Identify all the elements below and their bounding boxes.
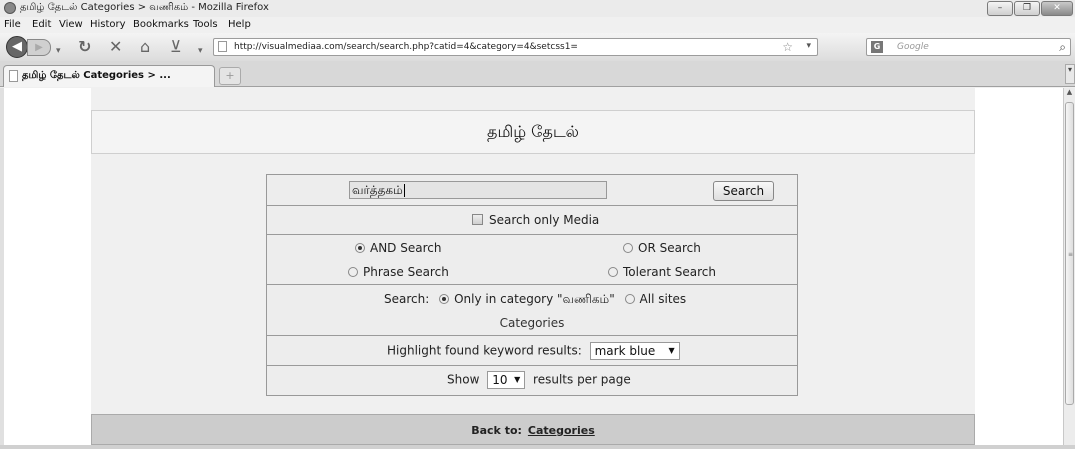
tab-active[interactable]: தமிழ் தேடல் Categories > ... bbox=[3, 65, 215, 87]
chevron-down-icon: ▼ bbox=[514, 375, 521, 384]
per-page-suffix: results per page bbox=[533, 372, 631, 387]
phrase-search-label: Phrase Search bbox=[363, 265, 449, 279]
web-search-box[interactable]: G Google ⌕ bbox=[866, 38, 1071, 56]
scope-category-radio[interactable] bbox=[439, 294, 450, 304]
stop-icon[interactable]: ✕ bbox=[109, 38, 122, 56]
url-text: http://visualmediaa.com/search/search.ph… bbox=[234, 42, 578, 52]
search-placeholder: Google bbox=[897, 42, 929, 52]
scope-group: Search: Only in category "வணிகம்" All si… bbox=[384, 292, 686, 308]
highlight-select-value: mark blue bbox=[594, 344, 656, 358]
menu-view[interactable]: View bbox=[59, 19, 83, 30]
minimize-button[interactable]: – bbox=[987, 1, 1013, 16]
scope-label: Search: bbox=[384, 292, 430, 306]
scope-all-label[interactable]: All sites bbox=[640, 292, 687, 306]
menu-tools[interactable]: Tools bbox=[193, 19, 218, 30]
title-bar: தமிழ் தேடல் Categories > வணிகம் - Mozill… bbox=[0, 0, 1075, 17]
highlight-group: Highlight found keyword results: mark bl… bbox=[387, 342, 680, 360]
media-row: Search only Media bbox=[267, 206, 797, 235]
url-dropdown-icon[interactable]: ▾ bbox=[806, 41, 811, 51]
grip-icon: ≡ bbox=[1068, 251, 1074, 258]
search-icon[interactable]: ⌕ bbox=[1059, 40, 1066, 55]
home-icon[interactable]: ⌂ bbox=[140, 38, 150, 56]
highlight-select[interactable]: mark blue ▼ bbox=[589, 342, 680, 360]
maximize-button[interactable]: ❐ bbox=[1014, 1, 1040, 16]
close-button[interactable]: ✕ bbox=[1041, 1, 1073, 16]
per-page-value: 10 bbox=[492, 373, 508, 387]
navigation-toolbar: ◀ ▶ ▾ ↻ ✕ ⌂ ⊻ ▾ http://visualmediaa.com/… bbox=[0, 33, 1075, 61]
menu-bookmarks[interactable]: Bookmarks bbox=[133, 19, 189, 30]
menu-bar: File Edit View History Bookmarks Tools H… bbox=[0, 17, 1075, 33]
search-input[interactable]: வர்த்தகம் bbox=[349, 181, 607, 199]
or-search-radio[interactable] bbox=[623, 243, 633, 253]
tab-strip: தமிழ் தேடல் Categories > ... + ▾ bbox=[0, 61, 1075, 87]
back-categories-link[interactable]: Categories bbox=[528, 424, 595, 437]
search-input-value: வர்த்தகம் bbox=[352, 183, 403, 197]
menu-edit[interactable]: Edit bbox=[32, 19, 51, 30]
vertical-scrollbar[interactable]: ▲ ≡ bbox=[1063, 88, 1075, 445]
address-bar[interactable]: http://visualmediaa.com/search/search.ph… bbox=[213, 38, 818, 56]
window-title: தமிழ் தேடல் Categories > வணிகம் - Mozill… bbox=[20, 2, 269, 13]
back-arrow-icon[interactable]: ◀ bbox=[6, 36, 28, 58]
page-icon bbox=[218, 41, 227, 52]
scroll-up-icon[interactable]: ▲ bbox=[1064, 88, 1075, 100]
menu-help[interactable]: Help bbox=[228, 19, 251, 30]
tolerant-search-radio[interactable] bbox=[608, 267, 618, 277]
download-icon[interactable]: ⊻ bbox=[170, 38, 182, 56]
download-dropdown-icon[interactable]: ▾ bbox=[198, 42, 203, 60]
highlight-row: Highlight found keyword results: mark bl… bbox=[267, 336, 797, 366]
media-only-label: Search only Media bbox=[489, 213, 600, 227]
scope-row: Search: Only in category "வணிகம்" All si… bbox=[267, 285, 797, 336]
page-container: தமிழ் தேடல் வர்த்தகம் Search Search only… bbox=[91, 88, 975, 445]
media-only-checkbox[interactable] bbox=[472, 214, 483, 225]
scope-category-label[interactable]: Only in category "வணிகம்" bbox=[454, 292, 615, 306]
search-form: வர்த்தகம் Search Search only Media AND S… bbox=[266, 174, 798, 396]
history-dropdown-icon[interactable]: ▾ bbox=[56, 42, 61, 60]
tolerant-search-option[interactable]: Tolerant Search bbox=[608, 265, 716, 279]
tolerant-search-label: Tolerant Search bbox=[623, 265, 716, 279]
and-search-label: AND Search bbox=[370, 241, 442, 255]
page-content: தமிழ் தேடல் வர்த்தகம் Search Search only… bbox=[4, 88, 1063, 445]
status-edge bbox=[0, 445, 1075, 449]
media-only-option[interactable]: Search only Media bbox=[472, 213, 599, 227]
reload-icon[interactable]: ↻ bbox=[78, 38, 91, 56]
mode-row: AND Search OR Search Phrase Search Toler… bbox=[267, 235, 797, 285]
per-page-select[interactable]: 10 ▼ bbox=[487, 371, 526, 389]
query-row: வர்த்தகம் Search bbox=[267, 175, 797, 206]
tab-label: தமிழ் தேடல் Categories > ... bbox=[22, 70, 171, 81]
tab-list-button[interactable]: ▾ bbox=[1065, 64, 1075, 84]
scrollbar-thumb[interactable]: ≡ bbox=[1065, 102, 1074, 405]
site-header: தமிழ் தேடல் bbox=[91, 110, 975, 154]
bookmark-star-icon[interactable]: ☆ bbox=[782, 40, 793, 54]
or-search-option[interactable]: OR Search bbox=[623, 241, 701, 255]
and-search-radio[interactable] bbox=[355, 243, 365, 253]
google-icon[interactable]: G bbox=[871, 41, 883, 53]
scope-all-radio[interactable] bbox=[624, 294, 635, 304]
new-tab-button[interactable]: + bbox=[219, 67, 241, 85]
or-search-label: OR Search bbox=[638, 241, 701, 255]
site-title: தமிழ் தேடல் bbox=[487, 122, 579, 141]
search-button[interactable]: Search bbox=[713, 181, 774, 201]
and-search-option[interactable]: AND Search bbox=[355, 241, 441, 255]
per-page-row: Show 10 ▼ results per page bbox=[267, 366, 797, 395]
menu-history[interactable]: History bbox=[90, 19, 126, 30]
phrase-search-option[interactable]: Phrase Search bbox=[348, 265, 449, 279]
back-bar: Back to: Categories bbox=[91, 414, 975, 445]
show-label: Show bbox=[447, 372, 480, 387]
forward-arrow-icon[interactable]: ▶ bbox=[27, 39, 51, 56]
page-icon bbox=[9, 70, 18, 82]
browser-window: தமிழ் தேடல் Categories > வணிகம் - Mozill… bbox=[0, 0, 1075, 449]
categories-label: Categories bbox=[499, 316, 565, 330]
back-label: Back to: bbox=[471, 424, 522, 437]
phrase-search-radio[interactable] bbox=[348, 267, 358, 277]
per-page-group: Show 10 ▼ results per page bbox=[447, 371, 631, 389]
firefox-icon bbox=[4, 2, 16, 14]
menu-file[interactable]: File bbox=[4, 19, 21, 30]
chevron-down-icon: ▼ bbox=[668, 346, 675, 355]
highlight-label: Highlight found keyword results: bbox=[387, 343, 582, 358]
